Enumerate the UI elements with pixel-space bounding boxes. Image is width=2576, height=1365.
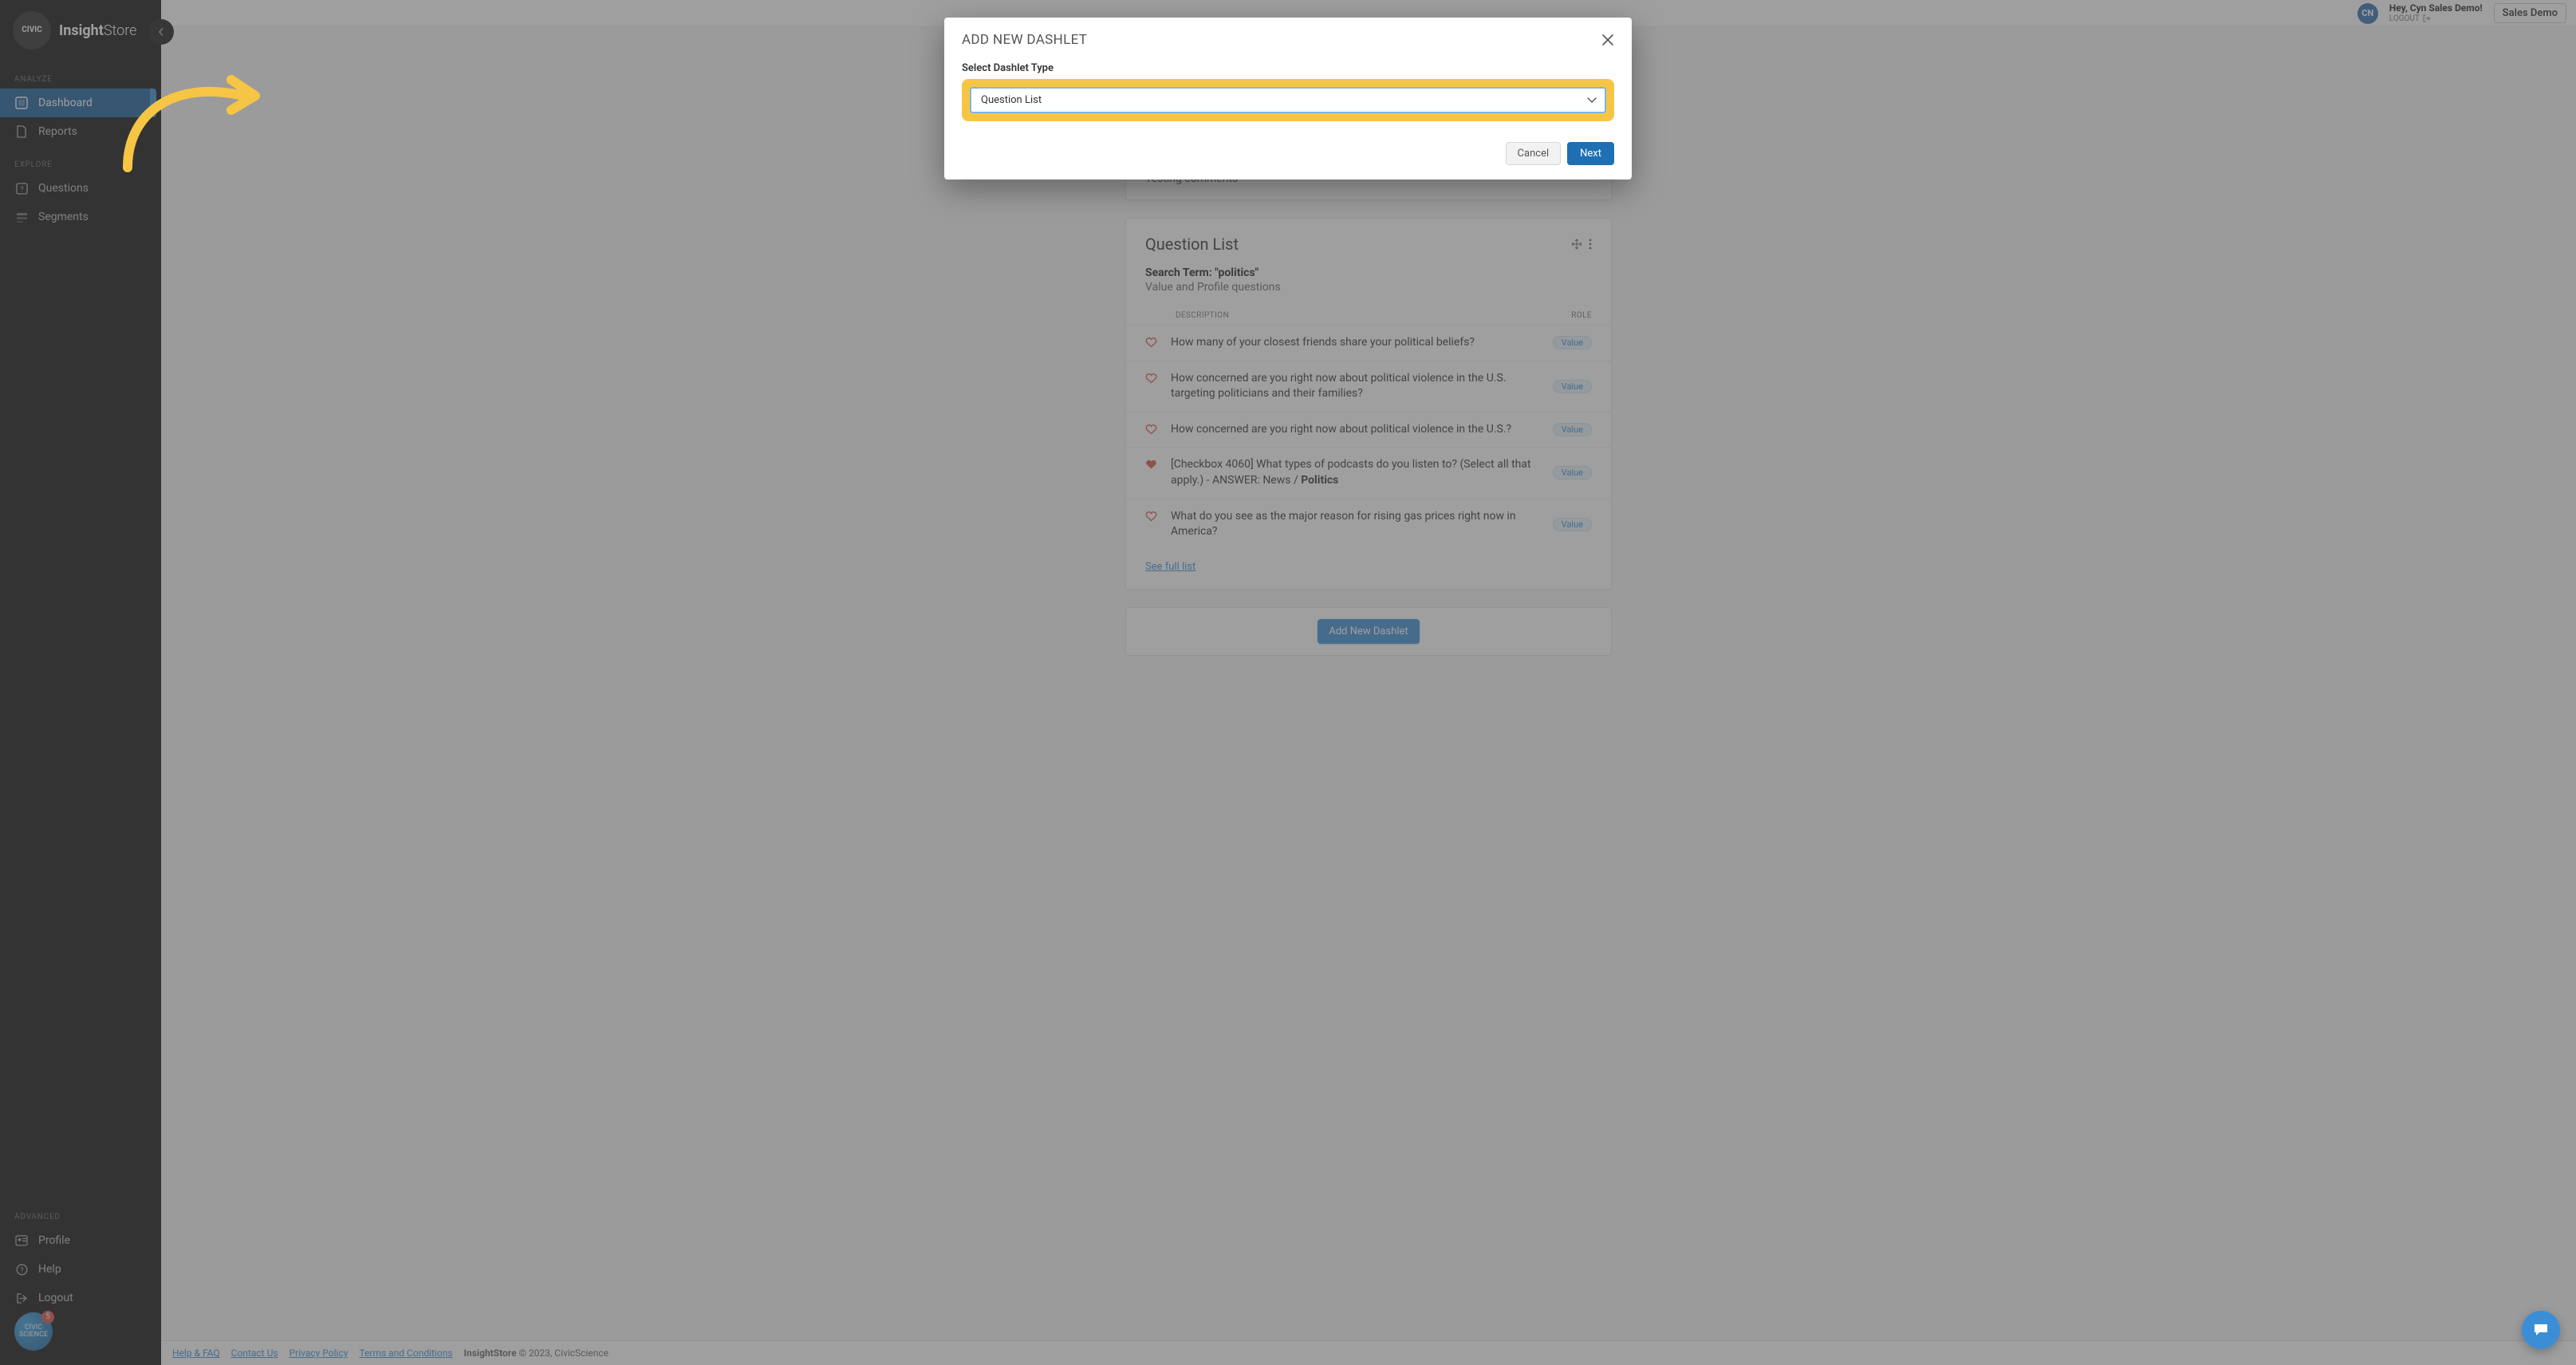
- chat-icon: [2532, 1321, 2550, 1339]
- close-icon: [1601, 34, 1614, 46]
- add-dashlet-modal: ADD NEW DASHLET Select Dashlet Type Ques…: [944, 18, 1632, 180]
- modal-close-button[interactable]: [1601, 34, 1614, 46]
- dashlet-type-label: Select Dashlet Type: [962, 62, 1614, 74]
- next-button[interactable]: Next: [1567, 142, 1614, 165]
- highlight-annotation: Question List: [962, 79, 1614, 121]
- dashlet-type-select[interactable]: Question List: [971, 89, 1605, 112]
- modal-title: ADD NEW DASHLET: [962, 32, 1087, 48]
- dashlet-type-select-wrap: Question List: [970, 87, 1606, 113]
- modal-overlay[interactable]: ADD NEW DASHLET Select Dashlet Type Ques…: [0, 0, 2576, 1365]
- chat-fab[interactable]: [2522, 1311, 2560, 1349]
- cancel-button[interactable]: Cancel: [1506, 142, 1562, 165]
